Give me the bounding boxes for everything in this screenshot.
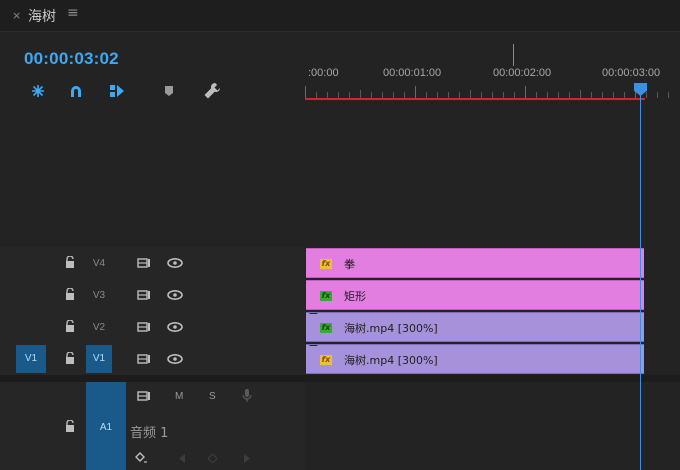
keyframe-icon[interactable]: [208, 454, 217, 463]
next-keyframe-icon[interactable]: [243, 454, 251, 463]
clip-label: 海树.mp4 [300%]: [344, 354, 438, 367]
track-name-v3[interactable]: V3: [86, 290, 112, 301]
mouse-cursor-line: [513, 44, 514, 66]
clip-v4[interactable]: fx 拳: [306, 248, 644, 278]
toggle-sync-lock-icon[interactable]: [137, 322, 151, 332]
ruler-label: 00:00:03:00: [602, 67, 661, 79]
sequence-tab-title[interactable]: 海树: [28, 6, 56, 26]
clip-v1[interactable]: fx 海树.mp4 [300%]: [302, 344, 644, 374]
clip-label: 海树.mp4 [300%]: [344, 322, 438, 335]
playhead-timecode[interactable]: 00:00:03:02: [24, 49, 119, 69]
ruler-label: :00:00: [308, 67, 339, 79]
eye-icon[interactable]: [167, 354, 183, 364]
marker-icon[interactable]: [160, 82, 178, 100]
track-lane-a1[interactable]: [305, 382, 680, 470]
solo-button[interactable]: S: [209, 391, 216, 402]
toggle-sync-lock-icon[interactable]: [137, 354, 151, 364]
keyframe-add-icon[interactable]: [135, 452, 147, 464]
linked-selection-icon[interactable]: [108, 82, 126, 100]
clip-label: 矩形: [344, 290, 366, 303]
fx-badge: fx: [320, 291, 332, 301]
track-name-v1[interactable]: V1: [86, 345, 112, 373]
toggle-sync-lock-icon[interactable]: [137, 290, 151, 300]
track-header-v4[interactable]: V4: [0, 247, 305, 279]
previous-keyframe-icon[interactable]: [178, 454, 186, 463]
source-patch-v1[interactable]: V1: [16, 345, 46, 373]
track-name-v4[interactable]: V4: [86, 258, 112, 269]
timeline-header: 00:00:03:02: [0, 32, 305, 247]
fx-badge: fx: [320, 259, 332, 269]
audio-track-label: 音频 1: [130, 426, 169, 441]
eye-icon[interactable]: [167, 322, 183, 332]
ruler-label: 00:00:02:00: [493, 67, 552, 79]
eye-icon[interactable]: [167, 258, 183, 268]
track-header-v1[interactable]: V1 V1: [0, 343, 305, 375]
lock-icon[interactable]: [65, 352, 75, 364]
track-header-a1[interactable]: A1 M S 音频 1: [0, 382, 305, 470]
magnet-icon[interactable]: [67, 82, 85, 100]
lock-icon[interactable]: [65, 288, 75, 300]
eye-icon[interactable]: [167, 290, 183, 300]
timeline-empty-area[interactable]: [305, 100, 680, 247]
track-header-v2[interactable]: V2: [0, 311, 305, 343]
panel-menu-button[interactable]: ≡: [67, 5, 79, 21]
fx-badge: fx: [320, 323, 332, 333]
track-area: V4 fx 拳 V3 fx 矩形 V2 fx 海树.mp4 [300%] V1 …: [0, 247, 680, 470]
microphone-icon[interactable]: [242, 388, 252, 403]
toggle-sync-lock-icon[interactable]: [137, 391, 151, 401]
track-name-v2[interactable]: V2: [86, 322, 112, 333]
lock-icon[interactable]: [65, 420, 75, 432]
video-audio-divider[interactable]: [0, 375, 680, 382]
time-ruler[interactable]: :00:00 00:00:01:00 00:00:02:00 00:00:03:…: [305, 32, 680, 101]
lock-icon[interactable]: [65, 256, 75, 268]
snap-icon[interactable]: [29, 82, 47, 100]
ruler-label: 00:00:01:00: [383, 67, 442, 79]
clip-label: 拳: [344, 258, 355, 271]
track-name-a1[interactable]: A1: [86, 382, 126, 470]
panel-tab-bar: × 海树 ≡: [0, 0, 680, 32]
toggle-sync-lock-icon[interactable]: [137, 258, 151, 268]
mute-button[interactable]: M: [175, 391, 183, 402]
ruler-ticks: [305, 86, 669, 98]
close-tab-button[interactable]: ×: [12, 9, 21, 22]
track-header-v3[interactable]: V3: [0, 279, 305, 311]
playhead-line[interactable]: [640, 86, 641, 470]
fx-badge: fx: [320, 355, 332, 365]
lock-icon[interactable]: [65, 320, 75, 332]
wrench-icon[interactable]: [203, 82, 221, 100]
clip-v2[interactable]: fx 海树.mp4 [300%]: [302, 312, 644, 342]
clip-v3[interactable]: fx 矩形: [306, 280, 644, 310]
